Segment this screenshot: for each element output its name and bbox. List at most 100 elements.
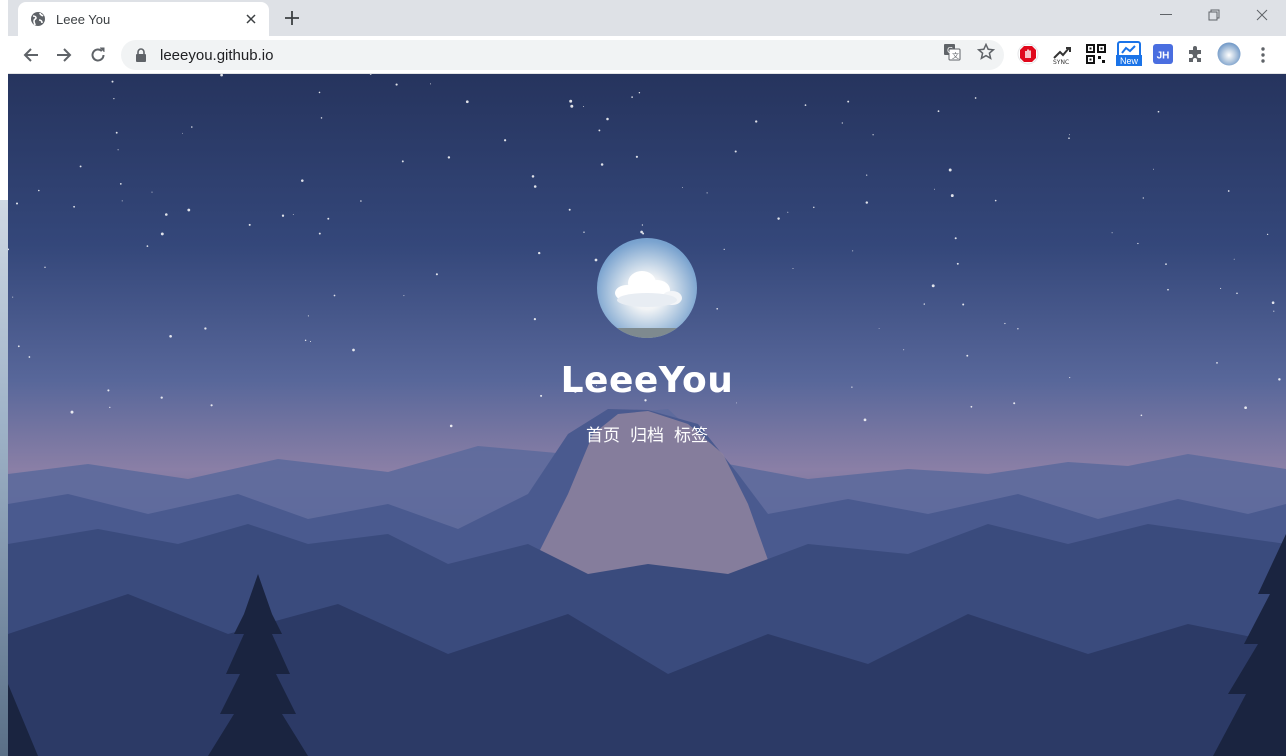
star [937, 110, 940, 113]
star [401, 160, 404, 163]
star [113, 98, 115, 100]
star [681, 186, 683, 188]
star [121, 200, 123, 202]
star [804, 104, 807, 106]
star [933, 188, 935, 190]
star [598, 129, 601, 132]
adblock-icon[interactable] [1017, 43, 1039, 65]
star [734, 150, 737, 153]
new-tab-button[interactable] [282, 8, 302, 28]
kebab-menu-icon[interactable] [1249, 41, 1277, 69]
star [430, 83, 431, 85]
star [1266, 233, 1269, 236]
hero-section: LeeeYou 首页 归档 标签 [8, 238, 1286, 446]
star [813, 206, 815, 209]
star [395, 83, 398, 86]
star [635, 155, 638, 158]
star [606, 117, 609, 121]
star [994, 199, 997, 202]
star [369, 74, 372, 75]
star [318, 91, 321, 94]
star [600, 163, 604, 166]
star [872, 134, 874, 136]
nav-link-archive[interactable]: 归档 [630, 421, 664, 446]
star [318, 232, 321, 235]
jh-icon[interactable]: JH [1152, 43, 1174, 65]
star [777, 217, 780, 220]
url-text: leeeyou.github.io [160, 46, 274, 64]
star [706, 192, 708, 194]
star [570, 104, 574, 108]
star [115, 131, 118, 134]
star [638, 91, 641, 94]
cloud-photo-image [597, 271, 697, 338]
star [1227, 190, 1230, 192]
star [117, 149, 119, 151]
star [950, 194, 954, 198]
close-icon[interactable] [243, 11, 259, 27]
reload-icon[interactable] [84, 41, 112, 69]
hero-background: LeeeYou 首页 归档 标签 [8, 74, 1286, 756]
minimize-icon[interactable] [1143, 0, 1189, 30]
star [787, 211, 789, 213]
restore-icon[interactable] [1191, 0, 1237, 30]
star [1068, 137, 1070, 139]
star [164, 213, 168, 216]
star [327, 217, 330, 220]
svg-text:JH: JH [1157, 51, 1170, 62]
star [320, 117, 323, 119]
star [1152, 168, 1154, 170]
forward-arrow-icon[interactable] [50, 41, 78, 69]
star [15, 202, 19, 205]
qr-code-icon[interactable] [1085, 43, 1107, 65]
star [1068, 134, 1070, 136]
star [79, 165, 82, 168]
star [847, 100, 850, 103]
star [301, 179, 304, 182]
address-bar[interactable]: leeeyou.github.io [121, 40, 1004, 70]
star [292, 213, 294, 215]
svg-text:New: New [1120, 56, 1139, 66]
star [865, 201, 869, 204]
star [360, 200, 362, 202]
star [841, 122, 843, 124]
lock-icon [135, 48, 147, 62]
star [151, 191, 153, 193]
star [948, 168, 952, 172]
star [191, 126, 193, 128]
profile-avatar[interactable] [1217, 42, 1241, 66]
star [1142, 197, 1144, 199]
browser-toolbar: leeeyou.github.io G文 SYNC New JH [8, 36, 1286, 74]
star [583, 231, 585, 233]
star [119, 183, 122, 185]
star [38, 189, 40, 192]
bookmark-star-icon[interactable] [977, 43, 995, 61]
star [447, 156, 451, 159]
tab-title: Leee You [56, 11, 111, 27]
star [531, 175, 535, 178]
star [533, 185, 537, 188]
star [220, 74, 223, 77]
star [583, 106, 585, 107]
desktop-edge [0, 0, 8, 756]
site-avatar[interactable] [597, 238, 697, 338]
star [1157, 110, 1160, 113]
window-close-icon[interactable] [1239, 0, 1285, 30]
puzzle-icon[interactable] [1185, 43, 1207, 65]
nav-link-tags[interactable]: 标签 [674, 421, 708, 446]
back-arrow-icon[interactable] [17, 41, 45, 69]
cloud-sync-icon[interactable]: SYNC [1051, 43, 1073, 65]
star [73, 205, 76, 208]
translate-icon[interactable]: G文 [943, 43, 961, 61]
site-title: LeeeYou [560, 360, 734, 401]
new-badge-icon[interactable]: New [1116, 41, 1142, 66]
star [974, 97, 977, 99]
star [281, 214, 285, 217]
svg-text:文: 文 [952, 51, 959, 60]
globe-icon [30, 11, 46, 27]
star [642, 232, 645, 235]
star [568, 208, 571, 211]
star [248, 223, 251, 226]
browser-tab[interactable]: Leee You [18, 2, 269, 36]
nav-link-home[interactable]: 首页 [586, 421, 620, 446]
